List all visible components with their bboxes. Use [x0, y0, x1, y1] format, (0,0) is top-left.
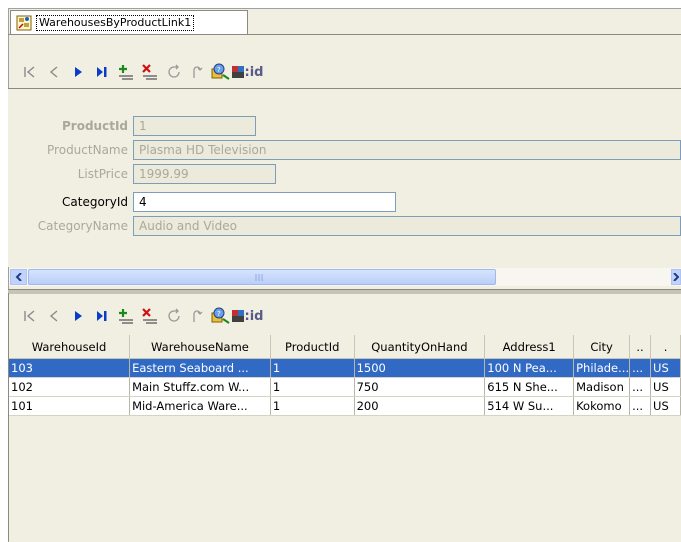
- delete-button[interactable]: [138, 60, 162, 84]
- column-header[interactable]: ..: [629, 335, 652, 359]
- horizontal-scrollbar[interactable]: [9, 268, 681, 286]
- table-cell[interactable]: 1: [270, 358, 355, 378]
- data-grid: WarehouseId WarehouseName ProductId Quan…: [9, 335, 681, 541]
- table-cell[interactable]: Eastern Seaboard ...: [129, 358, 271, 378]
- table-row[interactable]: 101 Mid-America Ware... 1 200 514 W Su..…: [9, 396, 681, 416]
- refresh-button[interactable]: [162, 304, 186, 328]
- undo-button[interactable]: [186, 60, 210, 84]
- table-row[interactable]: 102 Main Stuffz.com W... 1 750 615 N She…: [9, 377, 681, 397]
- scroll-thumb[interactable]: [28, 269, 496, 285]
- table-cell[interactable]: 750: [354, 377, 486, 397]
- binding-link-icon: [16, 15, 32, 31]
- move-last-button[interactable]: [90, 304, 114, 328]
- table-cell[interactable]: Kokomo: [573, 396, 631, 416]
- move-previous-button[interactable]: [42, 60, 66, 84]
- add-new-button[interactable]: [114, 60, 138, 84]
- move-next-button[interactable]: [66, 60, 90, 84]
- refresh-button[interactable]: [162, 60, 186, 84]
- scroll-left-button[interactable]: [10, 269, 27, 285]
- query-id-button[interactable]: ? :id: [210, 60, 264, 84]
- tab-label: WarehousesByProductLink1: [36, 14, 195, 31]
- warehouse-table: WarehouseId WarehouseName ProductId Quan…: [9, 335, 681, 416]
- tab-warehouses-by-product-link[interactable]: WarehousesByProductLink1: [10, 10, 248, 34]
- table-cell[interactable]: 1: [270, 377, 355, 397]
- scroll-right-button[interactable]: [671, 269, 681, 285]
- table-cell[interactable]: ...: [629, 396, 652, 416]
- category-name-field[interactable]: Audio and Video: [133, 216, 681, 236]
- header-row: WarehouseId WarehouseName ProductId Quan…: [9, 335, 681, 359]
- id-label: :id: [244, 64, 264, 80]
- column-header[interactable]: Address1: [484, 335, 575, 359]
- table-cell[interactable]: Madison: [573, 377, 631, 397]
- move-first-button[interactable]: [18, 60, 42, 84]
- table-cell[interactable]: 615 N She...: [484, 377, 575, 397]
- category-id-field[interactable]: 4: [133, 192, 396, 212]
- delete-button[interactable]: [138, 304, 162, 328]
- product-id-label: ProductId: [62, 119, 128, 133]
- table-cell[interactable]: 514 W Su...: [484, 396, 575, 416]
- table-cell[interactable]: 1: [270, 396, 355, 416]
- svg-text:?: ?: [217, 66, 221, 74]
- splitter[interactable]: [8, 289, 681, 294]
- column-header[interactable]: .: [650, 335, 681, 359]
- table-cell[interactable]: Mid-America Ware...: [129, 396, 271, 416]
- category-name-label: CategoryName: [37, 219, 128, 233]
- undo-button[interactable]: [186, 304, 210, 328]
- svg-text:?: ?: [217, 310, 221, 318]
- table-cell[interactable]: US: [650, 396, 681, 416]
- add-new-button[interactable]: [114, 304, 138, 328]
- tab-border: [8, 34, 681, 35]
- table-row[interactable]: 103 Eastern Seaboard ... 1 1500 100 N Pe…: [9, 358, 681, 378]
- list-price-field[interactable]: 1999.99: [133, 164, 276, 184]
- column-header[interactable]: ProductId: [270, 335, 355, 359]
- detail-form: ProductId 1 ProductName Plasma HD Televi…: [8, 88, 681, 267]
- column-header[interactable]: WarehouseId: [9, 335, 131, 359]
- move-last-button[interactable]: [90, 60, 114, 84]
- table-cell[interactable]: US: [650, 377, 681, 397]
- navigator-toolbar-bottom: ? :id: [18, 302, 264, 330]
- product-id-field[interactable]: 1: [133, 116, 256, 136]
- table-cell[interactable]: 200: [354, 396, 486, 416]
- list-price-label: ListPrice: [77, 167, 128, 181]
- table-cell[interactable]: US: [650, 358, 681, 378]
- table-cell[interactable]: ...: [629, 377, 652, 397]
- product-name-label: ProductName: [47, 143, 128, 157]
- category-id-label: CategoryId: [62, 195, 128, 209]
- table-cell[interactable]: 103: [9, 358, 131, 378]
- table-cell[interactable]: Main Stuffz.com W...: [129, 377, 271, 397]
- column-header[interactable]: QuantityOnHand: [354, 335, 486, 359]
- table-cell[interactable]: 1500: [354, 358, 486, 378]
- move-next-button[interactable]: [66, 304, 90, 328]
- move-first-button[interactable]: [18, 304, 42, 328]
- id-label: :id: [244, 308, 264, 324]
- query-id-button[interactable]: ? :id: [210, 304, 264, 328]
- table-cell[interactable]: Philade...: [573, 358, 631, 378]
- navigator-toolbar-top: ? :id: [18, 58, 264, 86]
- move-previous-button[interactable]: [42, 304, 66, 328]
- column-header[interactable]: WarehouseName: [129, 335, 271, 359]
- column-header[interactable]: City: [573, 335, 631, 359]
- table-cell[interactable]: 101: [9, 396, 131, 416]
- table-cell[interactable]: 100 N Pea...: [484, 358, 575, 378]
- table-cell[interactable]: 102: [9, 377, 131, 397]
- product-name-field[interactable]: Plasma HD Television: [133, 140, 681, 160]
- table-cell[interactable]: ...: [629, 358, 652, 378]
